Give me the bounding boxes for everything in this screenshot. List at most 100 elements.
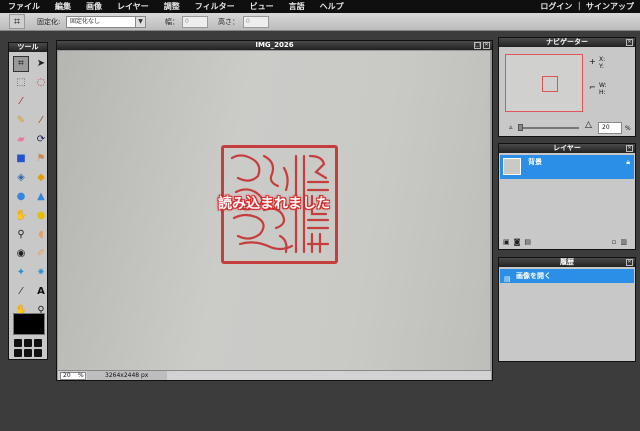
document-statusbar: 20 % 3264x2448 px (58, 370, 491, 380)
extra-slot[interactable] (34, 349, 42, 357)
document-window: IMG_2026 □ ✕ 読み込まれました 20 % 3264x2448 px (56, 40, 493, 381)
burn-icon[interactable]: ◖ (33, 227, 49, 243)
delete-layer-icon[interactable]: ▥ (620, 238, 627, 246)
navigator-panel: ナビゲーター ✕ + X: Y: ⌐ W: H: ▵ △ 20 % (498, 37, 636, 137)
menu-items: ファイル 編集 画像 レイヤー 調整 フィルター ビュー 言語 ヘルプ (0, 1, 359, 12)
gradient-icon[interactable]: ■ (13, 151, 29, 167)
extra-slot[interactable] (24, 339, 32, 347)
nav-h-label: H: (599, 89, 606, 96)
size-icon: ⌐ (589, 83, 596, 92)
nav-y-label: Y: (599, 63, 604, 70)
layers-title: レイヤー ✕ (499, 144, 635, 153)
close-icon[interactable]: ✕ (626, 259, 633, 266)
layer-thumbnail (503, 158, 521, 175)
fixed-label: 固定化: (37, 18, 61, 26)
shapes-icon[interactable]: ◆ (33, 170, 49, 186)
image-canvas[interactable]: 読み込まれました (58, 51, 490, 370)
fixed-select[interactable]: 固定化なし ▼ (66, 16, 146, 28)
eraser-icon[interactable]: ▰ (13, 132, 29, 148)
zoom-percent-label: % (78, 372, 84, 379)
zoom-slider[interactable] (518, 124, 579, 131)
layer-mask-icon[interactable]: ◙ (514, 238, 521, 246)
layer-row[interactable]: 背景 🔒︎ (500, 155, 634, 179)
zoom-in-icon[interactable]: △ (585, 121, 592, 130)
nav-w-label: W: (599, 82, 607, 89)
new-layer-icon[interactable]: ▫ (612, 238, 617, 246)
move-icon[interactable]: ➤ (33, 56, 49, 72)
history-item-label: 画像を開く (516, 272, 551, 280)
tools-title: ツール (9, 43, 47, 52)
extra-slot[interactable] (14, 349, 22, 357)
width-input[interactable]: 0 (182, 16, 208, 28)
menu-image[interactable]: 画像 (86, 1, 102, 12)
layer-settings-icon[interactable]: ▤ (524, 238, 531, 246)
loading-message: 読み込まれました (218, 196, 330, 212)
bloat-icon[interactable]: ✦ (13, 265, 29, 281)
sharpen-icon[interactable]: ▲ (33, 189, 49, 205)
color-picker-icon[interactable]: ⁄ (13, 284, 29, 300)
close-icon[interactable]: ✕ (626, 39, 633, 46)
navigator-zoom-unit: % (625, 125, 631, 132)
smudge-icon[interactable]: ✋ (13, 208, 29, 224)
marquee-icon[interactable]: ⬚ (13, 75, 29, 91)
dodge-icon[interactable]: ⚲ (13, 227, 29, 243)
menu-language[interactable]: 言語 (289, 1, 305, 12)
maximize-icon[interactable]: □ (474, 42, 481, 49)
history-item[interactable]: ▤ 画像を開く (500, 269, 634, 283)
document-title[interactable]: IMG_2026 □ ✕ (57, 41, 492, 50)
menu-view[interactable]: ビュー (250, 1, 274, 12)
layer-style-icon[interactable]: ▣ (503, 238, 510, 246)
blur-icon[interactable]: ● (13, 189, 29, 205)
pencil-icon[interactable]: ✎ (13, 113, 29, 129)
navigator-title-text: ナビゲーター (546, 38, 588, 46)
paint-bucket-icon[interactable]: ◈ (13, 170, 29, 186)
menu-file[interactable]: ファイル (8, 1, 40, 12)
menu-adjust[interactable]: 調整 (164, 1, 180, 12)
chevron-down-icon: ▼ (135, 17, 145, 27)
menu-help[interactable]: ヘルプ (320, 1, 344, 12)
menu-bar: ファイル 編集 画像 レイヤー 調整 フィルター ビュー 言語 ヘルプ ログイン… (0, 0, 640, 13)
close-icon[interactable]: ✕ (483, 42, 490, 49)
nav-x-label: X: (599, 56, 606, 63)
width-label: 幅： (165, 18, 179, 26)
color-swatch[interactable] (13, 313, 45, 335)
history-title-text: 履歴 (560, 258, 574, 266)
options-bar: ⌗ 固定化: 固定化なし ▼ 幅： 0 高さ： 0 (0, 13, 640, 31)
navigator-zoom-input[interactable]: 20 (598, 122, 622, 134)
brush-icon[interactable]: ⁄ (33, 113, 49, 129)
document-window-buttons: □ ✕ (474, 42, 490, 49)
pinch-icon[interactable]: ✷ (33, 265, 49, 281)
fixed-select-value: 固定化なし (70, 18, 101, 25)
layer-name: 背景 (528, 158, 542, 166)
extra-slot[interactable] (14, 339, 22, 347)
zoom-out-icon[interactable]: ▵ (509, 124, 513, 131)
layer-tools-left: ▣ ◙ ▤ (503, 238, 531, 246)
height-input[interactable]: 0 (243, 16, 269, 28)
history-panel: 履歴 ✕ ▤ 画像を開く (498, 257, 636, 362)
menu-layer[interactable]: レイヤー (117, 1, 149, 12)
red-eye-icon[interactable]: ◉ (13, 246, 29, 262)
zoom-slider-handle[interactable] (518, 124, 523, 131)
lock-icon[interactable]: 🔒︎ (626, 158, 630, 167)
crop-icon[interactable]: ⌗ (13, 56, 29, 72)
menu-edit[interactable]: 編集 (55, 1, 71, 12)
history-buttons: ✕ (626, 259, 633, 266)
navigator-thumbnail[interactable] (505, 54, 583, 112)
magic-wand-icon[interactable]: ⁄ (13, 94, 29, 110)
crop-tool-icon[interactable]: ⌗ (9, 14, 25, 29)
lasso-icon[interactable]: ◌ (33, 75, 49, 91)
menu-filter[interactable]: フィルター (195, 1, 235, 12)
sponge-icon[interactable]: ● (33, 208, 49, 224)
stamp-icon[interactable]: ⚑ (33, 151, 49, 167)
extra-slot[interactable] (24, 349, 32, 357)
layer-tools-right: ▫ ▥ (612, 238, 627, 246)
spot-heal-icon[interactable]: ✐ (33, 246, 49, 262)
login-signup-link[interactable]: ログイン ｜ サインアップ (540, 1, 634, 12)
document-title-text: IMG_2026 (255, 41, 294, 49)
crosshair-icon: + (589, 57, 596, 66)
layers-title-text: レイヤー (553, 144, 581, 152)
replace-color-icon[interactable]: ⟳ (33, 132, 49, 148)
close-icon[interactable]: ✕ (626, 145, 633, 152)
type-icon[interactable]: A (33, 284, 49, 300)
extra-slot[interactable] (34, 339, 42, 347)
